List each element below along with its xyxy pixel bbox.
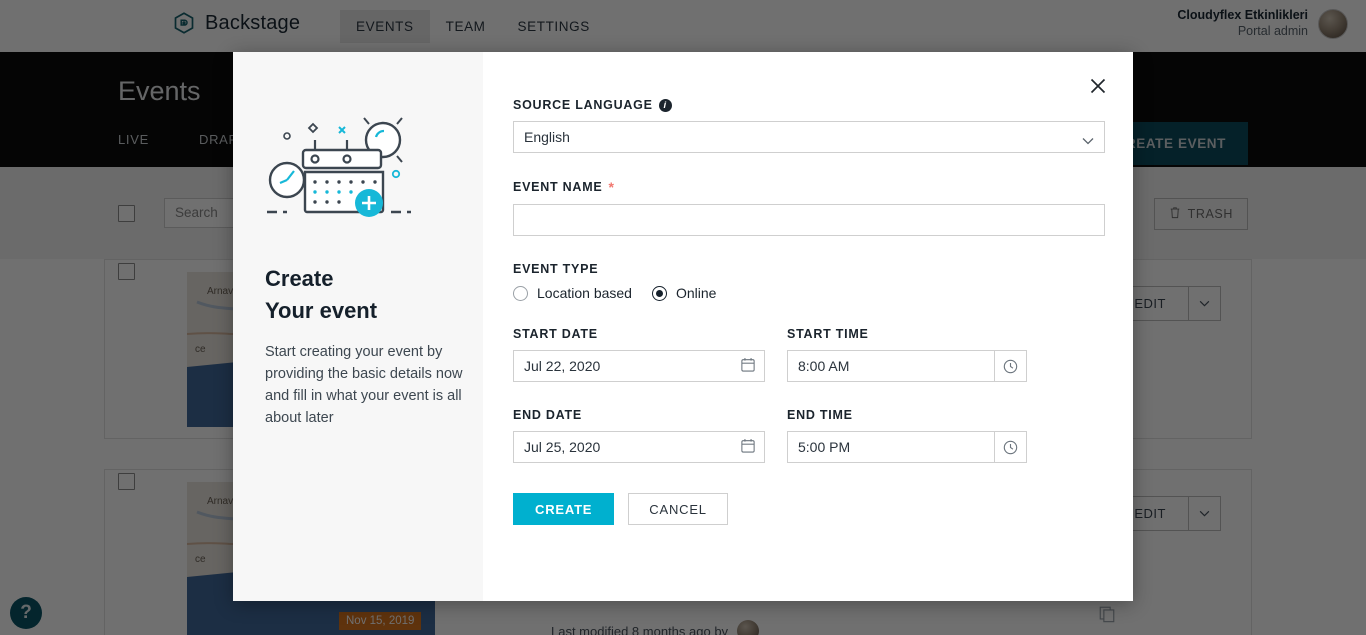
event-type-label: EVENT TYPE <box>513 262 599 276</box>
calendar-clock-add-illustration <box>265 114 483 229</box>
radio-indicator <box>513 285 528 301</box>
start-time-input[interactable]: 8:00 AM <box>787 350 995 382</box>
create-event-modal: Create Your event Start creating your ev… <box>233 52 1133 601</box>
calendar-icon[interactable] <box>741 438 755 456</box>
event-name-label-text: EVENT NAME <box>513 180 603 194</box>
field-event-name: EVENT NAME * <box>513 179 1105 236</box>
modal-intro-panel: Create Your event Start creating your ev… <box>233 52 483 601</box>
create-submit-button[interactable]: CREATE <box>513 493 615 525</box>
source-language-label-text: SOURCE LANGUAGE <box>513 98 653 112</box>
event-type-radio-group: Location based Online <box>513 285 1105 301</box>
field-end-time: END TIME 5:00 PM <box>787 408 1027 463</box>
end-time-input[interactable]: 5:00 PM <box>787 431 995 463</box>
end-time-wrap: 5:00 PM <box>787 431 1027 463</box>
close-icon[interactable] <box>1085 73 1111 99</box>
radio-online-label: Online <box>675 285 717 301</box>
app-root: Backstage EVENTS TEAM SETTINGS Cloudyfle… <box>0 0 1366 635</box>
modal-title-line-2: Your event <box>265 297 378 323</box>
radio-online[interactable]: Online <box>651 285 717 301</box>
field-event-type: EVENT TYPE Location based Online <box>513 262 1105 301</box>
end-date-input[interactable]: Jul 25, 2020 <box>513 431 765 463</box>
row-start-datetime: START DATE Jul 22, 2020 START TIME 8:00 … <box>513 327 1105 382</box>
field-end-date: END DATE Jul 25, 2020 <box>513 408 765 463</box>
source-language-label: SOURCE LANGUAGE i <box>513 98 1105 112</box>
start-date-value: Jul 22, 2020 <box>524 358 601 374</box>
clock-icon[interactable] <box>995 431 1027 463</box>
modal-description: Start creating your event by providing t… <box>265 343 463 427</box>
modal-form-panel: SOURCE LANGUAGE i English EVENT NAME * E… <box>483 52 1133 601</box>
source-language-select-wrap: English <box>513 121 1105 153</box>
event-name-label: EVENT NAME * <box>513 179 1105 195</box>
modal-actions: CREATE CANCEL <box>513 493 1105 525</box>
modal-title-line-1: Create <box>265 266 334 291</box>
modal-title: Create Your event <box>265 263 483 327</box>
field-source-language: SOURCE LANGUAGE i English <box>513 98 1105 153</box>
info-icon[interactable]: i <box>658 98 672 112</box>
event-name-input[interactable] <box>513 204 1105 236</box>
row-end-datetime: END DATE Jul 25, 2020 END TIME 5:00 PM <box>513 408 1105 463</box>
field-start-time: START TIME 8:00 AM <box>787 327 1027 382</box>
end-date-label: END DATE <box>513 408 582 422</box>
radio-indicator-selected <box>651 285 667 301</box>
calendar-icon[interactable] <box>741 357 755 375</box>
source-language-select[interactable]: English <box>513 121 1105 153</box>
field-start-date: START DATE Jul 22, 2020 <box>513 327 765 382</box>
start-time-label: START TIME <box>787 327 869 341</box>
radio-location-based-label: Location based <box>537 285 632 301</box>
cancel-button[interactable]: CANCEL <box>628 493 728 525</box>
clock-icon[interactable] <box>995 350 1027 382</box>
start-date-label: START DATE <box>513 327 598 341</box>
start-time-wrap: 8:00 AM <box>787 350 1027 382</box>
end-date-value: Jul 25, 2020 <box>524 439 601 455</box>
required-marker: * <box>608 179 615 195</box>
start-date-input[interactable]: Jul 22, 2020 <box>513 350 765 382</box>
radio-location-based[interactable]: Location based <box>513 285 632 301</box>
end-time-label: END TIME <box>787 408 853 422</box>
